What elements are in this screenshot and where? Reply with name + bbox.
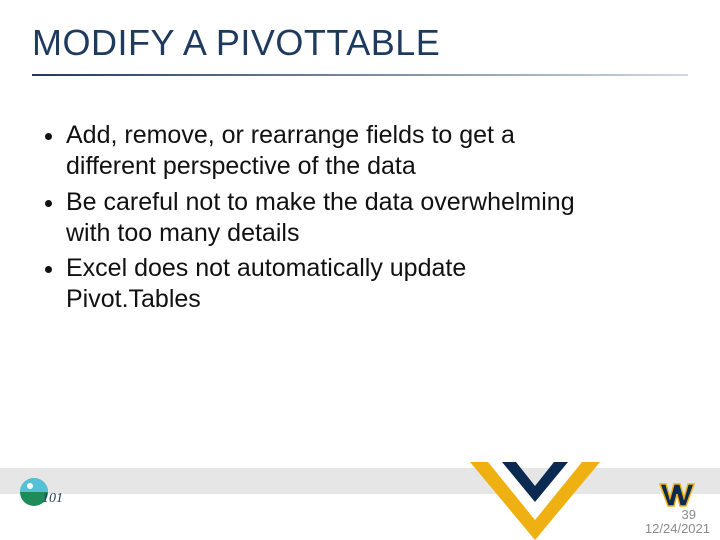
slide-date: 12/24/2021 bbox=[645, 521, 710, 536]
wv-logo-icon bbox=[658, 480, 696, 510]
title-underline bbox=[32, 74, 688, 76]
page-number: 39 bbox=[682, 507, 696, 522]
svg-text:101: 101 bbox=[42, 491, 63, 506]
slide-title: MODIFY A PIVOTTABLE bbox=[32, 22, 440, 64]
content-area: Add, remove, or rearrange fields to get … bbox=[40, 120, 600, 320]
list-item: Excel does not automatically update Pivo… bbox=[66, 253, 600, 316]
slide: MODIFY A PIVOTTABLE Add, remove, or rear… bbox=[0, 0, 720, 540]
course-logo-icon: 101 bbox=[18, 472, 66, 510]
bullet-list: Add, remove, or rearrange fields to get … bbox=[40, 120, 600, 316]
list-item: Be careful not to make the data overwhel… bbox=[66, 187, 600, 250]
footer-area bbox=[0, 494, 720, 540]
list-item: Add, remove, or rearrange fields to get … bbox=[66, 120, 600, 183]
